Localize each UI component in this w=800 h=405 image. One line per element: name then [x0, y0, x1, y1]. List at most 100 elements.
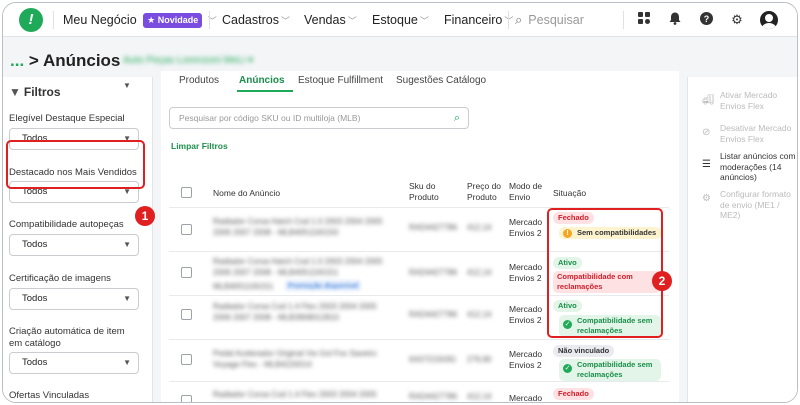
global-search[interactable]: ⌕ Pesquisar	[515, 3, 584, 37]
listing-name[interactable]: Radiador Corsa Cod 1.4 Flex 2003 2004 20…	[213, 301, 377, 323]
user-avatar-icon[interactable]	[760, 11, 778, 29]
filters-sidebar: ▼ Filtros ▼ Elegível Destaque Especial To…	[3, 77, 153, 402]
page-title: ... > Anúncios	[10, 51, 120, 71]
chevron-down-icon: ▼	[123, 294, 131, 303]
highlight-box-compatibilidade	[6, 140, 145, 189]
actions-panel: 🚚︎ Ativar Mercado Envios Flex ⊘ Desativa…	[687, 77, 797, 402]
filter-label: Elegível Destaque Especial	[9, 113, 125, 124]
list-icon: ☰	[702, 159, 711, 170]
listing-id: MLB4051100151	[213, 282, 274, 291]
highlight-box-situacao	[547, 208, 663, 338]
listing-name[interactable]: Radiador Corsa Hatch Cod 1.0 2003 2004 2…	[213, 256, 382, 278]
breadcrumb-back[interactable]: ...	[10, 51, 24, 70]
tab-estoque-fulfillment[interactable]: Estoque Fulfillment	[298, 75, 383, 86]
column-header-price[interactable]: Preço do Produto	[467, 181, 507, 203]
nav-meu-negocio[interactable]: Meu Negócio ★ Novidade ﹀	[63, 3, 217, 37]
row-checkbox[interactable]	[181, 309, 192, 320]
divider	[53, 11, 54, 29]
annotation-badge-2: 2	[652, 271, 672, 291]
column-header-name[interactable]: Nome do Anúncio	[213, 188, 280, 199]
status-detail-compat-sem-reclamacoes: ✓ Compatibilidade sem reclamações	[559, 359, 661, 381]
listing-sku: RAD4427786	[409, 310, 458, 319]
search-icon: ⌕	[515, 12, 523, 27]
filter-criacao-automatica-select[interactable]: Todos ▼	[9, 352, 139, 374]
check-icon: ✓	[563, 364, 572, 373]
app-logo-icon[interactable]: !	[19, 8, 43, 32]
search-icon[interactable]: ⌕	[454, 108, 460, 128]
listing-shipping: Mercado Envios 2	[509, 304, 543, 325]
listing-shipping: Mercado Envios 2	[509, 217, 543, 238]
truck-off-icon: ⊘	[702, 127, 711, 138]
annotation-badge-1: 1	[135, 206, 155, 226]
clear-filters-link[interactable]: Limpar Filtros	[171, 141, 228, 151]
breadcrumb-separator: >	[28, 51, 39, 70]
column-header-sku[interactable]: Sku do Produto	[409, 181, 449, 203]
action-listar-moderacoes[interactable]: Listar anúncios com moderações (14 anúnc…	[720, 151, 797, 183]
listing-price: 412,14	[467, 310, 492, 319]
action-desativar-flex[interactable]: Desativar Mercado Envios Flex	[720, 123, 797, 144]
divider	[169, 381, 669, 382]
tab-anuncios[interactable]: Anúncios	[239, 75, 285, 86]
filter-label: Certificação de imagens	[9, 273, 111, 284]
tab-bar: Produtos Anúncios Estoque Fulfillment Su…	[161, 71, 679, 93]
listing-price: 412,14	[467, 392, 492, 401]
scroll-up-icon[interactable]: ▼	[123, 81, 131, 90]
listing-price: 412,14	[467, 268, 492, 277]
bell-icon[interactable]	[667, 12, 683, 28]
listing-name[interactable]: Pedal Acelerador Original Vw Gol Fox Sav…	[213, 348, 377, 370]
filters-title: ▼ Filtros	[9, 85, 61, 99]
account-selector[interactable]: Auto Peças Lorenzoni MeLi ▾	[123, 55, 253, 66]
select-all-checkbox[interactable]	[181, 187, 192, 198]
listing-name[interactable]: Radiador Corsa Cod 1.4 Flex 2003 2004 20…	[213, 389, 377, 400]
filter-compatibilidade-select[interactable]: Todos ▼	[9, 234, 139, 256]
chevron-down-icon: ﹀	[419, 16, 429, 26]
filter-certificacao-select[interactable]: Todos ▼	[9, 288, 139, 310]
grid-icon[interactable]	[636, 12, 652, 28]
funnel-icon: ▼	[9, 85, 21, 99]
top-navbar: ! Meu Negócio ★ Novidade ﹀ Cadastros ﹀ Ve…	[3, 3, 797, 37]
chevron-down-icon: ▼	[123, 358, 131, 367]
app-window: ! Meu Negócio ★ Novidade ﹀ Cadastros ﹀ Ve…	[2, 2, 798, 403]
listing-sku: 6X0721503G	[409, 355, 457, 364]
divider	[209, 11, 210, 29]
tab-sugestoes-catalogo[interactable]: Sugestões Catálogo	[396, 75, 486, 86]
chevron-down-icon: ﹀	[280, 16, 290, 26]
row-checkbox[interactable]	[181, 395, 192, 402]
sku-search-input[interactable]: Pesquisar por código SKU ou ID multiloja…	[169, 107, 469, 129]
divider	[508, 11, 509, 29]
listing-shipping: Mercado Envios 2	[509, 349, 543, 370]
active-tab-indicator	[237, 90, 293, 92]
listing-price: 279,90	[467, 355, 492, 364]
nav-estoque[interactable]: Estoque ﹀	[372, 3, 429, 37]
svg-text:?: ?	[703, 14, 709, 24]
filter-label: Criação automática de item em catálogo	[9, 326, 125, 349]
status-badge-fechado: Fechado	[553, 388, 594, 400]
row-checkbox[interactable]	[181, 267, 192, 278]
truck-icon: 🚚︎	[702, 95, 715, 106]
action-ativar-flex[interactable]: Ativar Mercado Envios Flex	[720, 90, 797, 111]
truck-config-icon: ⚙	[702, 193, 711, 204]
column-header-status[interactable]: Situação	[553, 188, 586, 199]
listing-shipping: Mercado	[509, 393, 543, 403]
nav-vendas[interactable]: Vendas ﹀	[304, 3, 357, 37]
filter-label: Ofertas Vinculadas	[9, 390, 90, 401]
promo-badge: Promoção disponível	[285, 280, 362, 291]
tab-produtos[interactable]: Produtos	[179, 75, 219, 86]
listing-sku: RAD4427786	[409, 268, 458, 277]
listing-sku: RAD4427786	[409, 392, 458, 401]
column-header-shipping[interactable]: Modo de Envio	[509, 181, 549, 203]
nav-financeiro[interactable]: Financeiro﹀	[444, 3, 513, 37]
page-title-text: Anúncios	[42, 51, 121, 70]
gear-icon[interactable]: ⚙	[729, 12, 745, 28]
nav-label: Meu Negócio	[63, 13, 137, 27]
novidade-badge: ★ Novidade	[143, 13, 203, 29]
help-icon[interactable]: ?	[698, 12, 714, 28]
action-configurar-envio[interactable]: Configurar formato de envio (ME1 / ME2)	[720, 189, 797, 221]
listing-name[interactable]: Radiador Corsa Hatch Cod 1.0 2003 2004 2…	[213, 216, 382, 238]
nav-cadastros[interactable]: Cadastros ﹀	[222, 3, 290, 37]
row-checkbox[interactable]	[181, 224, 192, 235]
row-checkbox[interactable]	[181, 354, 192, 365]
listing-shipping: Mercado Envios 2	[509, 262, 543, 283]
divider	[169, 339, 669, 340]
listing-sku: RAD4427786	[409, 223, 458, 232]
